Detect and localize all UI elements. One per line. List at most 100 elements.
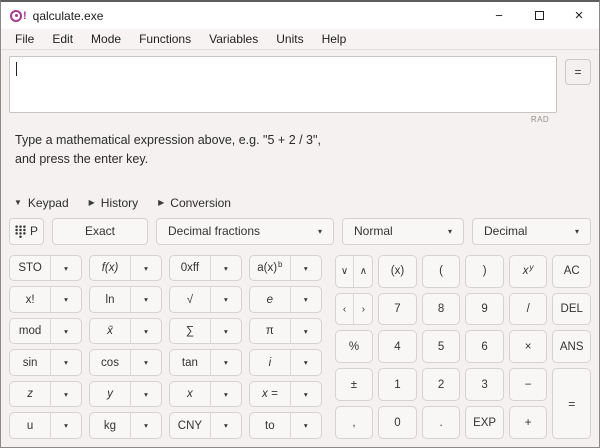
fraction-mode-dropdown[interactable]: Decimal fractions ▾ bbox=[156, 218, 334, 245]
number-base-dropdown[interactable]: Decimal ▾ bbox=[472, 218, 591, 245]
keypad-button-mean[interactable]: x̄ ▾ bbox=[89, 318, 162, 345]
keypad-button-sto[interactable]: STO ▾ bbox=[9, 255, 82, 282]
cursor-up-button[interactable]: ∧ bbox=[353, 256, 372, 287]
keypad-button-ln[interactable]: ln ▾ bbox=[89, 286, 162, 313]
keypad-button-var-z[interactable]: z ▾ bbox=[9, 381, 82, 408]
keypad-button-function[interactable]: f(x) ▾ bbox=[89, 255, 162, 282]
keypad-button-var-x[interactable]: x ▾ bbox=[169, 381, 242, 408]
dropdown-arrow-icon[interactable]: ▾ bbox=[211, 413, 241, 438]
expression-input[interactable] bbox=[9, 56, 557, 113]
keypad-button-hex[interactable]: 0xff ▾ bbox=[169, 255, 242, 282]
key-3[interactable]: 3 bbox=[465, 368, 504, 401]
key-divide[interactable]: / bbox=[509, 293, 548, 326]
menu-edit[interactable]: Edit bbox=[43, 30, 82, 48]
key-x-parenthesized[interactable]: (x) bbox=[378, 255, 417, 288]
keypad-button-mod[interactable]: mod ▾ bbox=[9, 318, 82, 345]
key-close-paren[interactable]: ) bbox=[465, 255, 504, 288]
keypad-button-e[interactable]: e ▾ bbox=[249, 286, 322, 313]
menu-units[interactable]: Units bbox=[267, 30, 312, 48]
key-6[interactable]: 6 bbox=[465, 330, 504, 363]
dropdown-arrow-icon[interactable]: ▾ bbox=[131, 413, 161, 438]
key-1[interactable]: 1 bbox=[378, 368, 417, 401]
dropdown-arrow-icon[interactable]: ▾ bbox=[51, 319, 81, 344]
key-ac[interactable]: AC bbox=[552, 255, 591, 288]
key-0[interactable]: 0 bbox=[378, 406, 417, 439]
key-plus[interactable]: + bbox=[509, 406, 548, 439]
dropdown-arrow-icon[interactable]: ▾ bbox=[131, 382, 161, 407]
key-multiply[interactable]: × bbox=[509, 330, 548, 363]
dropdown-arrow-icon[interactable]: ▾ bbox=[291, 287, 321, 312]
dropdown-arrow-icon[interactable]: ▾ bbox=[211, 382, 241, 407]
keypad-button-sin[interactable]: sin ▾ bbox=[9, 349, 82, 376]
dropdown-arrow-icon[interactable]: ▾ bbox=[291, 413, 321, 438]
dropdown-arrow-icon[interactable]: ▾ bbox=[131, 287, 161, 312]
keypad-button-solve[interactable]: x = ▾ bbox=[249, 381, 322, 408]
dropdown-arrow-icon[interactable]: ▾ bbox=[51, 287, 81, 312]
dropdown-arrow-icon[interactable]: ▾ bbox=[211, 319, 241, 344]
menu-help[interactable]: Help bbox=[313, 30, 356, 48]
keypad-button-sum[interactable]: ∑ ▾ bbox=[169, 318, 242, 345]
key-del[interactable]: DEL bbox=[552, 293, 591, 326]
key-comma[interactable]: , bbox=[335, 406, 374, 439]
keypad-button-cos[interactable]: cos ▾ bbox=[89, 349, 162, 376]
toggle-conversion[interactable]: ▶ Conversion bbox=[158, 196, 231, 210]
key-2[interactable]: 2 bbox=[422, 368, 461, 401]
dropdown-arrow-icon[interactable]: ▾ bbox=[51, 382, 81, 407]
display-mode-dropdown[interactable]: Normal ▾ bbox=[342, 218, 464, 245]
toggle-history[interactable]: ▶ History bbox=[89, 196, 139, 210]
key-4[interactable]: 4 bbox=[378, 330, 417, 363]
dropdown-arrow-icon[interactable]: ▾ bbox=[51, 350, 81, 375]
menu-variables[interactable]: Variables bbox=[200, 30, 267, 48]
dropdown-arrow-icon[interactable]: ▾ bbox=[131, 350, 161, 375]
key-5[interactable]: 5 bbox=[422, 330, 461, 363]
dropdown-arrow-icon[interactable]: ▾ bbox=[291, 256, 321, 281]
programming-keypad-button[interactable]: P bbox=[9, 218, 44, 245]
cursor-right-button[interactable]: › bbox=[353, 294, 372, 325]
key-7[interactable]: 7 bbox=[378, 293, 417, 326]
keypad-button-factorial[interactable]: x! ▾ bbox=[9, 286, 82, 313]
keypad-button-unit-u[interactable]: u ▾ bbox=[9, 412, 82, 439]
menu-mode[interactable]: Mode bbox=[82, 30, 130, 48]
key-exp[interactable]: EXP bbox=[465, 406, 504, 439]
menu-functions[interactable]: Functions bbox=[130, 30, 200, 48]
close-button[interactable]: × bbox=[559, 2, 599, 29]
key-minus[interactable]: − bbox=[509, 368, 548, 401]
cursor-down-button[interactable]: ∨ bbox=[336, 256, 354, 287]
menu-file[interactable]: File bbox=[6, 30, 43, 48]
keypad-button-pi[interactable]: π ▾ bbox=[249, 318, 322, 345]
dropdown-arrow-icon[interactable]: ▾ bbox=[131, 256, 161, 281]
dropdown-arrow-icon[interactable]: ▾ bbox=[51, 256, 81, 281]
maximize-button[interactable] bbox=[519, 2, 559, 29]
toggle-keypad[interactable]: ▼ Keypad bbox=[14, 196, 69, 210]
keypad-button-power-a[interactable]: a(x)b ▾ bbox=[249, 255, 322, 282]
keypad-button-var-y[interactable]: y ▾ bbox=[89, 381, 162, 408]
minimize-button[interactable]: − bbox=[479, 2, 519, 29]
dropdown-arrow-icon[interactable]: ▾ bbox=[211, 287, 241, 312]
key-equals[interactable]: = bbox=[552, 368, 591, 439]
dropdown-arrow-icon[interactable]: ▾ bbox=[211, 350, 241, 375]
dropdown-arrow-icon[interactable]: ▾ bbox=[291, 382, 321, 407]
key-percent[interactable]: % bbox=[335, 330, 374, 363]
key-ans[interactable]: ANS bbox=[552, 330, 591, 363]
keypad-button-tan[interactable]: tan ▾ bbox=[169, 349, 242, 376]
dropdown-arrow-icon[interactable]: ▾ bbox=[211, 256, 241, 281]
key-decimal-point[interactable]: . bbox=[422, 406, 461, 439]
dropdown-arrow-icon[interactable]: ▾ bbox=[291, 319, 321, 344]
cursor-left-button[interactable]: ‹ bbox=[336, 294, 354, 325]
keypad-button-sqrt[interactable]: √ ▾ bbox=[169, 286, 242, 313]
keypad-button-unit-kg[interactable]: kg ▾ bbox=[89, 412, 162, 439]
dropdown-arrow-icon[interactable]: ▾ bbox=[131, 319, 161, 344]
keypad-button-imaginary[interactable]: i ▾ bbox=[249, 349, 322, 376]
key-9[interactable]: 9 bbox=[465, 293, 504, 326]
fraction-mode-value: Decimal fractions bbox=[168, 224, 260, 238]
exact-mode-button[interactable]: Exact bbox=[52, 218, 148, 245]
key-plus-minus[interactable]: ± bbox=[335, 368, 374, 401]
key-8[interactable]: 8 bbox=[422, 293, 461, 326]
keypad-button-convert-to[interactable]: to ▾ bbox=[249, 412, 322, 439]
key-power[interactable]: xy bbox=[509, 255, 548, 288]
calculate-button[interactable]: = bbox=[565, 59, 591, 85]
key-open-paren[interactable]: ( bbox=[422, 255, 461, 288]
dropdown-arrow-icon[interactable]: ▾ bbox=[51, 413, 81, 438]
keypad-button-currency-cny[interactable]: CNY ▾ bbox=[169, 412, 242, 439]
dropdown-arrow-icon[interactable]: ▾ bbox=[291, 350, 321, 375]
